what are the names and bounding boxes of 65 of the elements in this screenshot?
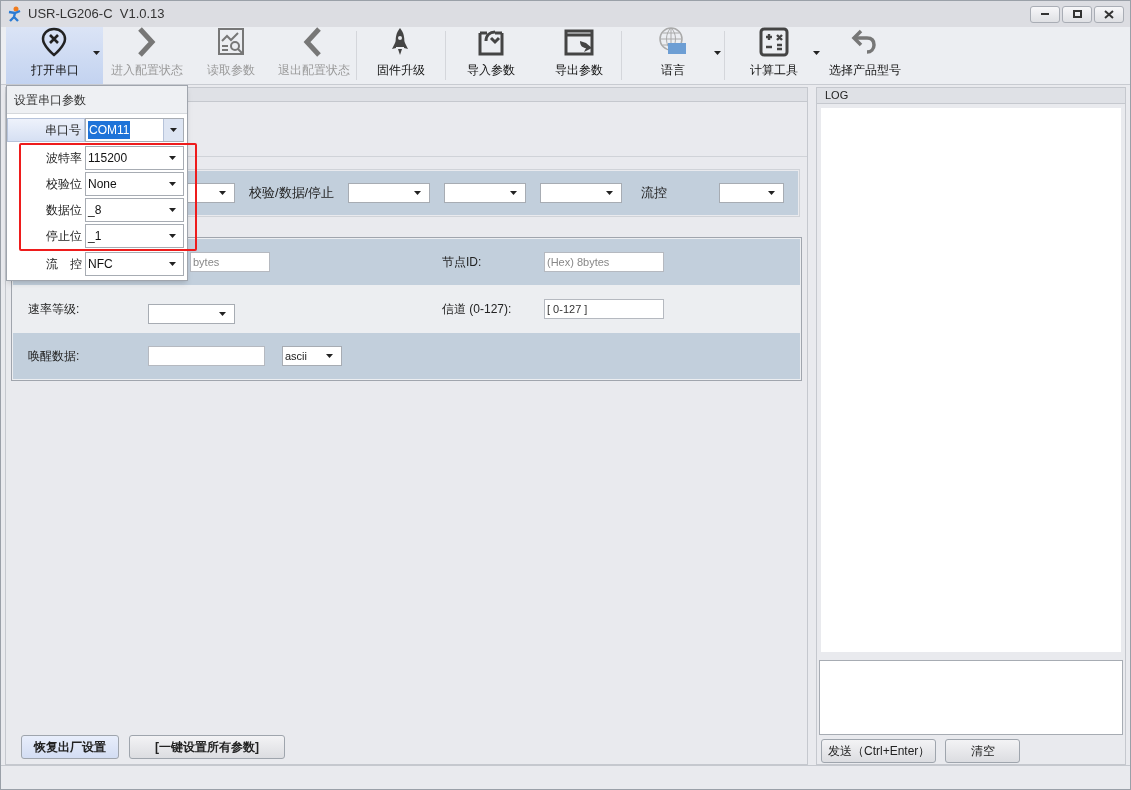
caret-icon (768, 191, 775, 195)
dropdown[interactable]: None (85, 172, 184, 196)
input-field[interactable] (148, 346, 265, 366)
action-button[interactable]: 恢复出厂设置 (21, 735, 119, 759)
field-label: 流 控 (46, 256, 82, 273)
dropdown[interactable]: _1 (85, 224, 184, 248)
dropdown[interactable] (148, 304, 235, 324)
panel-title: LOG (825, 88, 849, 104)
toolbar-button[interactable]: 固件升级 (357, 27, 445, 84)
field-label: 停止位 (46, 228, 82, 245)
caret-icon (414, 191, 422, 195)
field-label: 流控 (641, 184, 668, 203)
dropdown[interactable]: 115200 (85, 146, 184, 170)
person-logo-icon (7, 6, 23, 22)
caret-icon (169, 208, 176, 212)
message-input[interactable] (819, 660, 1123, 735)
input-field[interactable]: bytes (190, 252, 270, 272)
field-label: 串口号 (45, 122, 81, 139)
caret-icon (606, 191, 614, 195)
dropdown[interactable]: NFC (85, 252, 184, 276)
toolbar-button[interactable]: 导出参数 (536, 27, 621, 84)
toolbar-button[interactable]: 导入参数 (446, 27, 536, 84)
toolbar-button[interactable]: 语言 (622, 27, 724, 84)
menu-title: 设置串口参数 (14, 91, 86, 109)
caret-icon (169, 262, 176, 266)
log-button[interactable]: 发送（Ctrl+Enter） (821, 739, 936, 763)
input-field[interactable]: [ 0-127 ] (544, 299, 664, 319)
field-label: 唤醒数据: (28, 349, 80, 363)
caret-icon (219, 312, 226, 316)
field-label: 校验/数据/停止 (249, 184, 335, 203)
caret-icon (169, 182, 176, 186)
dropdown[interactable]: COM11 (85, 118, 184, 142)
caret-icon (169, 156, 176, 160)
toolbar-button[interactable]: 选择产品型号 (823, 27, 907, 84)
close-icon (1104, 9, 1114, 19)
caret-icon (326, 354, 333, 358)
minimize-icon (1041, 13, 1049, 15)
dropdown[interactable] (540, 183, 623, 203)
toolbar-button[interactable]: 计算工具 (725, 27, 823, 84)
field-label: 信道 (0-127): (442, 302, 512, 316)
input-field[interactable]: (Hex) 8bytes (544, 252, 664, 272)
field-label: 速率等级: (28, 302, 80, 316)
window-title: USR-LG206-C V1.0.13 (28, 5, 165, 24)
field-label: 数据位 (46, 202, 82, 219)
field-label: 节点ID: (442, 255, 482, 269)
caret-icon (170, 128, 177, 132)
toolbar-button[interactable]: 打开串口 (6, 27, 103, 84)
log-button[interactable]: 清空 (945, 739, 1020, 763)
action-button[interactable]: [一键设置所有参数] (129, 735, 285, 759)
calculator-icon (759, 27, 789, 57)
dropdown[interactable]: _8 (85, 198, 184, 222)
close-button[interactable] (1094, 5, 1124, 23)
document-chart-search-icon (216, 27, 246, 57)
dropdown[interactable] (444, 183, 527, 203)
field-label: 校验位 (46, 176, 82, 193)
dropdown[interactable] (719, 183, 784, 203)
caret-icon (510, 191, 518, 195)
minimize-button[interactable] (1030, 5, 1060, 23)
maximize-icon (1072, 10, 1082, 18)
maximize-button[interactable] (1062, 5, 1092, 23)
window-arrow-out-icon (563, 27, 594, 57)
caret-icon (219, 191, 226, 195)
dropdown[interactable] (348, 183, 431, 203)
field-label: 波特率 (46, 150, 82, 167)
dropdown[interactable]: ascii (282, 346, 342, 366)
